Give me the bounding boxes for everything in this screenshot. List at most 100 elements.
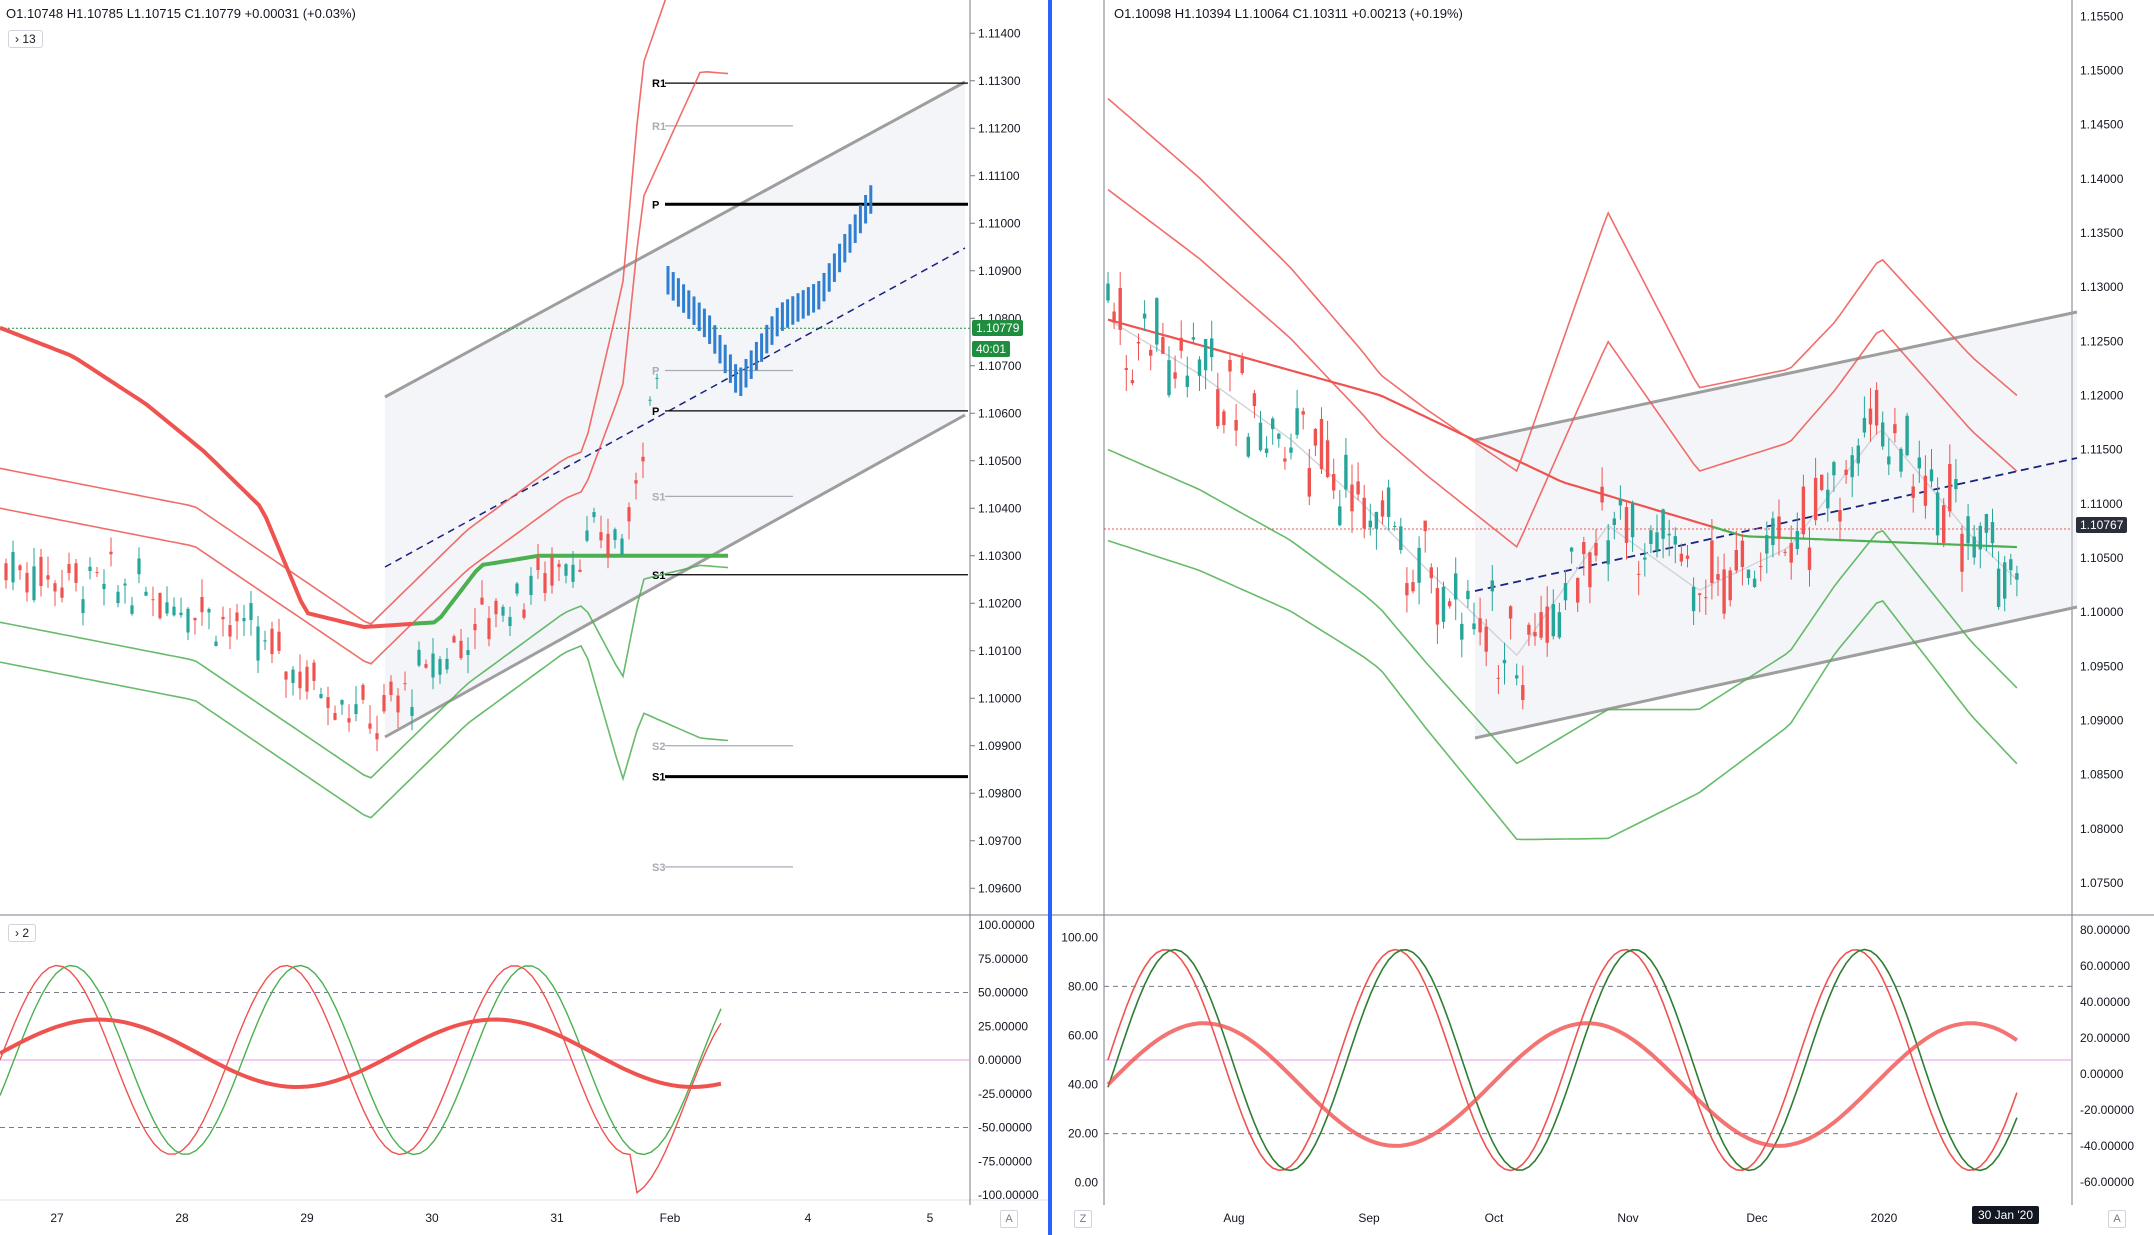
right-candle-body <box>1740 540 1745 568</box>
left-candle-body <box>25 572 29 593</box>
left-candle-body <box>74 563 78 583</box>
right-candle-body <box>1655 532 1659 551</box>
left-candle-body <box>452 636 456 643</box>
right-candle-body <box>1399 526 1403 550</box>
left-osc-tick-label: 75.00000 <box>978 952 1028 966</box>
right-candle-body <box>1435 588 1440 625</box>
right-candle-body <box>1313 428 1318 446</box>
right-candle-body <box>1252 393 1257 407</box>
right-candle-body <box>1893 424 1897 434</box>
right-candle-body <box>1191 337 1196 340</box>
right-candle-body <box>1521 685 1525 701</box>
right-candle-body <box>1771 518 1775 546</box>
left-candle-body <box>172 606 176 616</box>
left-price-tick-label: 1.10500 <box>978 454 1022 468</box>
left-indicator-toggle[interactable]: › 13 <box>8 30 43 48</box>
right-candle-body <box>1954 479 1958 490</box>
right-price-tick-label: 1.14000 <box>2080 172 2124 186</box>
right-candle-body <box>1832 462 1836 476</box>
right-candle-body <box>1149 349 1153 356</box>
right-candle-body <box>1917 457 1921 469</box>
right-candle-body <box>1325 440 1330 478</box>
right-candle-body <box>1600 486 1604 503</box>
right-osc-left-tick-label: 0.00 <box>1075 1176 1099 1190</box>
left-chart-canvas[interactable]: 1.11400 1.11300 1.11200 1.11100 1.11000 1.109… <box>0 0 1048 1235</box>
right-candle-body <box>1643 557 1647 560</box>
left-candle-body <box>179 612 183 616</box>
right-chart-pane[interactable]: 1.15500 1.15000 1.14500 1.14000 1.13500 1.130… <box>1052 0 2154 1235</box>
left-price-tick-label: 1.09600 <box>978 881 1022 895</box>
left-price-tick-label: 1.09800 <box>978 786 1022 800</box>
right-price-tick-label: 1.11500 <box>2080 443 2123 457</box>
right-candle-body <box>1155 298 1159 345</box>
right-candle-body <box>1716 574 1720 580</box>
left-price-tick-label: 1.10900 <box>978 264 1022 278</box>
left-oscillator-toggle[interactable]: › 2 <box>8 924 37 942</box>
right-candle-body <box>1881 422 1885 447</box>
right-candle-body <box>1752 578 1757 587</box>
left-osc-tick-label: 0.00000 <box>978 1053 1022 1067</box>
left-candle-body <box>228 625 232 637</box>
left-candle-body <box>466 650 470 655</box>
right-candle-body <box>1124 368 1128 370</box>
left-candle-body <box>326 697 330 708</box>
right-osc-left-tick-label: 60.00 <box>1068 1028 1098 1042</box>
right-osc-right-tick-label: 20.00000 <box>2080 1031 2130 1045</box>
left-time-tick-label: 30 <box>425 1211 439 1225</box>
right-price-tick-label: 1.14500 <box>2080 118 2124 132</box>
right-candle-body <box>1978 525 1982 550</box>
left-candle-body <box>585 530 589 541</box>
right-candle-body <box>1935 492 1940 536</box>
left-candle-body <box>529 575 533 596</box>
right-price-tick-label: 1.13000 <box>2080 280 2124 294</box>
left-candle-body <box>88 566 92 572</box>
left-pivot-label: P <box>652 199 659 211</box>
right-candle-body <box>1856 445 1860 464</box>
right-candle-body <box>1612 518 1616 526</box>
right-candle-body <box>1460 623 1464 640</box>
right-candle-body <box>1332 474 1336 491</box>
right-candle-body <box>1722 569 1726 614</box>
right-candle-body <box>1161 337 1165 354</box>
left-pivot-label: S1 <box>652 772 665 784</box>
left-candle-body <box>473 623 477 631</box>
left-candle-body <box>130 605 134 614</box>
right-price-tick-label: 1.07500 <box>2080 876 2124 890</box>
left-candle-body <box>221 616 225 620</box>
left-price-tick-label: 1.09700 <box>978 834 1022 848</box>
right-auto-scale-button[interactable]: A <box>2108 1210 2126 1228</box>
left-candle-body <box>361 684 365 700</box>
right-osc-right-tick-label: 40.00000 <box>2080 995 2130 1009</box>
right-candle-body <box>1759 566 1763 568</box>
left-ohlc-readout: O1.10748 H1.10785 L1.10715 C1.10779 +0.0… <box>6 6 356 21</box>
right-candle-body <box>1630 503 1635 538</box>
right-candle-body <box>1295 408 1299 435</box>
right-osc-right-tick-label: 80.00000 <box>2080 923 2130 937</box>
left-candle-body <box>333 713 337 720</box>
right-price-tick-label: 1.08500 <box>2080 768 2124 782</box>
right-candle-body <box>2015 573 2019 580</box>
left-osc-tick-label: -25.00000 <box>978 1087 1032 1101</box>
left-candle-body <box>193 617 197 621</box>
left-time-tick-label: 28 <box>175 1211 189 1225</box>
left-candle-body <box>165 602 169 614</box>
left-candle-body <box>151 599 155 601</box>
right-zoom-button[interactable]: Z <box>1074 1210 1092 1228</box>
left-candle-body <box>67 564 71 573</box>
right-chart-canvas[interactable]: 1.15500 1.15000 1.14500 1.14000 1.13500 1.130… <box>1052 0 2154 1235</box>
right-candle-body <box>1441 586 1446 622</box>
left-auto-scale-button[interactable]: A <box>1000 1210 1018 1228</box>
right-candle-body <box>1795 530 1799 550</box>
right-price-tick-label: 1.12500 <box>2080 334 2124 348</box>
right-time-tick-label: Aug <box>1223 1211 1244 1225</box>
left-time-tick-label: 4 <box>805 1211 812 1225</box>
left-price-tick-label: 1.11000 <box>978 216 1021 230</box>
left-candle-body <box>298 671 302 689</box>
right-candle-body <box>1826 489 1830 509</box>
left-chart-pane[interactable]: 1.11400 1.11300 1.11200 1.11100 1.11000 1.109… <box>0 0 1048 1235</box>
left-candle-body <box>81 599 85 614</box>
right-candle-body <box>1527 624 1531 635</box>
left-price-tick-label: 1.10400 <box>978 501 1022 515</box>
right-candle-body <box>1923 475 1928 506</box>
left-price-tick-label: 1.10200 <box>978 596 1022 610</box>
